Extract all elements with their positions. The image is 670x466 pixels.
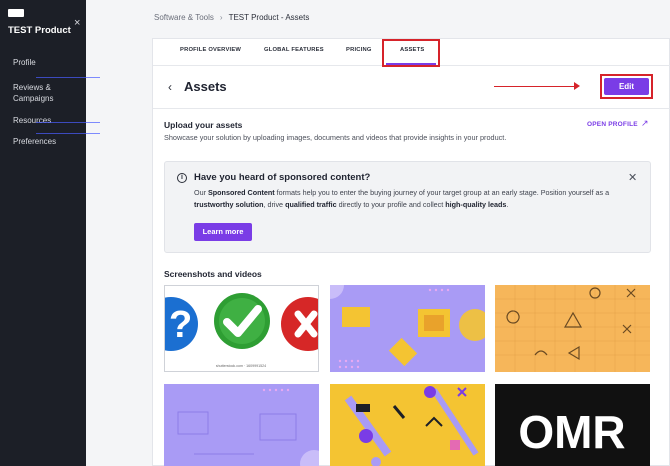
open-profile-link[interactable]: OPEN PROFILE	[587, 121, 638, 128]
breadcrumb-software-tools[interactable]: Software & Tools	[154, 13, 214, 22]
edit-button[interactable]: Edit	[604, 78, 649, 95]
breadcrumb-current: TEST Product - Assets	[228, 13, 310, 22]
omr-logo	[8, 9, 24, 17]
back-icon[interactable]: ‹	[168, 80, 172, 94]
product-name: TEST Product	[8, 25, 71, 36]
info-icon: i	[177, 173, 187, 183]
omr-logo-text: OMR	[518, 406, 625, 458]
screenshots-section-title: Screenshots and videos	[164, 269, 262, 279]
page-header: ‹ Assets Edit	[153, 66, 670, 109]
upload-description: Showcase your solution by uploading imag…	[164, 133, 507, 142]
media-thumbnail[interactable]: ? shutterstock.com · 1609991524	[164, 285, 319, 372]
close-icon[interactable]: ✕	[628, 171, 637, 184]
close-sidebar-icon[interactable]: ×	[74, 18, 80, 29]
decorative-line	[36, 133, 100, 134]
sidebar-nav: Profile Reviews & Campaigns Resources Pr…	[0, 52, 86, 151]
media-thumbnail[interactable]	[164, 384, 319, 466]
main-card: PROFILE OVERVIEW GLOBAL FEATURES PRICING…	[152, 38, 670, 466]
media-thumbnail[interactable]	[495, 285, 650, 372]
breadcrumb-separator: ›	[219, 13, 223, 22]
tab-bar: PROFILE OVERVIEW GLOBAL FEATURES PRICING…	[153, 39, 670, 67]
media-thumbnail[interactable]: OMR	[495, 384, 650, 466]
annotation-arrow-line	[494, 86, 576, 87]
tab-pricing[interactable]: PRICING	[346, 47, 372, 53]
upload-title: Upload your assets	[164, 120, 243, 130]
sidebar-item-resources[interactable]: Resources	[0, 111, 86, 130]
assets-tab-annotation-box	[382, 39, 440, 67]
annotation-arrow-head	[574, 82, 580, 90]
breadcrumb: Software & Tools › TEST Product - Assets	[154, 13, 309, 22]
banner-title: Have you heard of sponsored content?	[194, 172, 371, 183]
svg-text:shutterstock.com · 1609991524: shutterstock.com · 1609991524	[216, 364, 266, 368]
sidebar-item-profile[interactable]: Profile	[0, 53, 86, 72]
decorative-line	[36, 122, 100, 123]
learn-more-button[interactable]: Learn more	[194, 223, 252, 241]
svg-text:?: ?	[169, 304, 192, 346]
sponsored-content-banner: i Have you heard of sponsored content? ✕…	[164, 161, 651, 253]
sidebar-item-reviews-campaigns[interactable]: Reviews & Campaigns	[0, 78, 62, 108]
media-thumbnail[interactable]	[330, 384, 485, 466]
banner-text: Our Sponsored Content formats help you t…	[194, 188, 610, 209]
sidebar-item-preferences[interactable]: Preferences	[0, 132, 86, 151]
page-title: Assets	[184, 79, 227, 94]
tab-profile-overview[interactable]: PROFILE OVERVIEW	[180, 47, 241, 53]
external-link-icon[interactable]: ↗	[641, 118, 649, 129]
decorative-line	[36, 77, 100, 78]
tab-global-features[interactable]: GLOBAL FEATURES	[264, 47, 324, 53]
media-thumbnail[interactable]	[330, 285, 485, 372]
sidebar: × TEST Product Profile Reviews & Campaig…	[0, 0, 100, 466]
